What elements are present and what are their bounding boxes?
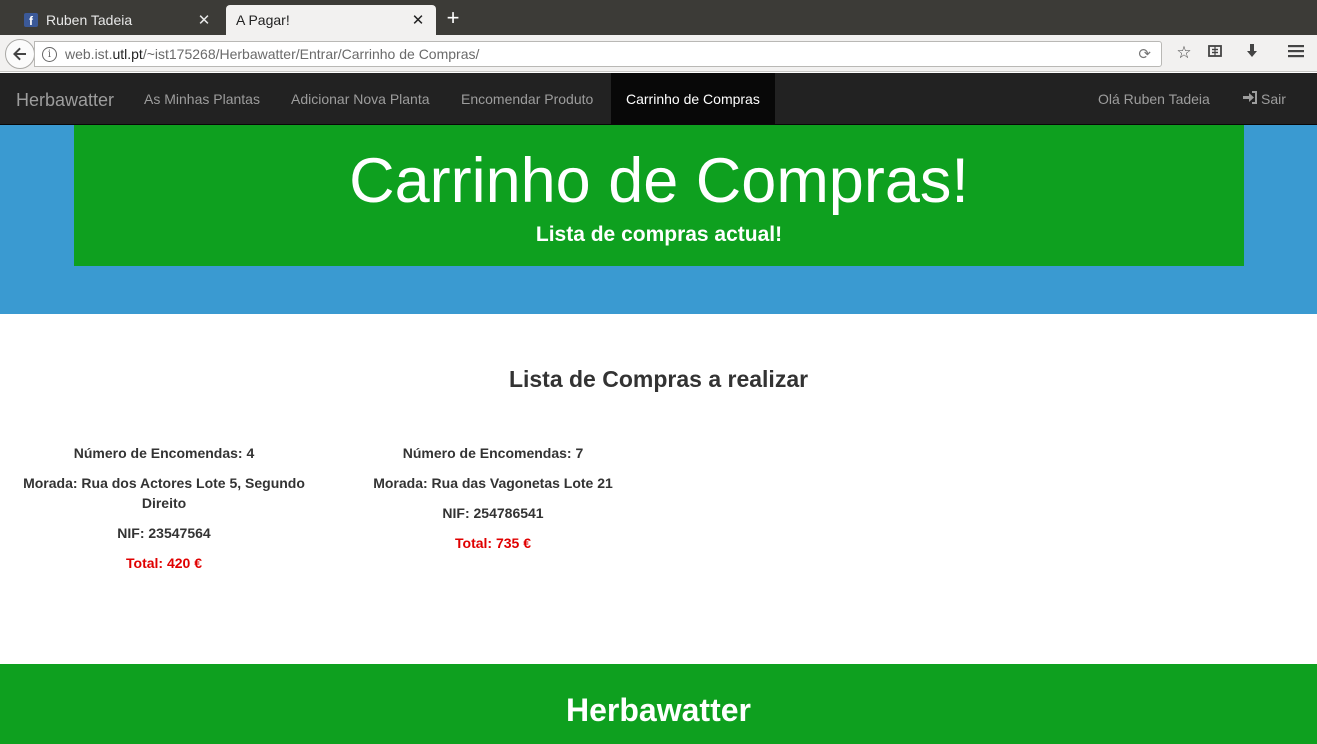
menu-icon[interactable] — [1285, 43, 1307, 64]
facebook-icon: f — [24, 13, 38, 27]
hero-jumbotron: Carrinho de Compras! Lista de compras ac… — [74, 125, 1244, 266]
logout-link[interactable]: Sair — [1228, 73, 1301, 125]
bookmark-star-icon[interactable]: ☆ — [1173, 43, 1195, 63]
order-total: Total: 735 € — [455, 535, 531, 551]
tab-title: Ruben Tadeia — [46, 12, 133, 28]
order-total: Total: 420 € — [126, 555, 202, 571]
order-nif: NIF: 23547564 — [117, 525, 211, 541]
order-address: Morada: Rua das Vagonetas Lote 21 — [373, 475, 613, 491]
reload-icon[interactable]: ⟳ — [1138, 45, 1151, 63]
reading-list-icon[interactable] — [1204, 43, 1226, 64]
nav-item-adicionar-nova-planta[interactable]: Adicionar Nova Planta — [276, 73, 445, 125]
nav-item-as-minhas-plantas[interactable]: As Minhas Plantas — [129, 73, 275, 125]
logout-label: Sair — [1261, 91, 1286, 107]
url-text[interactable]: web.ist.utl.pt/~ist175268/Herbawatter/En… — [65, 46, 479, 62]
browser-tab-facebook[interactable]: f Ruben Tadeia ✕ — [14, 5, 222, 35]
url-bar[interactable]: i web.ist.utl.pt/~ist175268/Herbawatter/… — [34, 41, 1162, 67]
navbar-brand[interactable]: Herbawatter — [16, 90, 114, 111]
browser-tab-strip: f Ruben Tadeia ✕ A Pagar! ✕ + — [0, 0, 1317, 35]
order-count: Número de Encomendas: 4 — [73, 445, 255, 461]
new-tab-icon[interactable]: + — [443, 6, 463, 30]
page-subtitle: Lista de compras actual! — [535, 223, 783, 246]
order-count: Número de Encomendas: 7 — [402, 445, 584, 461]
close-tab-icon[interactable]: ✕ — [196, 11, 212, 29]
order-card: Número de Encomendas: 4 Morada: Rua dos … — [14, 443, 314, 583]
browser-tab-a-pagar[interactable]: A Pagar! ✕ — [226, 5, 436, 35]
order-address: Morada: Rua dos Actores Lote 5, Segundo … — [23, 475, 305, 511]
download-icon[interactable] — [1241, 43, 1263, 64]
browser-toolbar: i web.ist.utl.pt/~ist175268/Herbawatter/… — [0, 35, 1317, 72]
log-in-icon — [1243, 91, 1258, 107]
nav-user-greeting[interactable]: Olá Ruben Tadeia — [1083, 73, 1225, 125]
back-button[interactable] — [5, 39, 35, 69]
nav-item-carrinho-de-compras[interactable]: Carrinho de Compras — [611, 73, 775, 125]
order-nif: NIF: 254786541 — [442, 505, 544, 521]
page-title: Carrinho de Compras! — [349, 146, 969, 216]
footer-title: Herbawatter — [566, 692, 751, 728]
info-icon[interactable]: i — [42, 46, 57, 62]
back-arrow-icon — [13, 47, 26, 61]
tab-title: A Pagar! — [236, 12, 290, 28]
order-card: Número de Encomendas: 7 Morada: Rua das … — [343, 443, 643, 563]
nav-item-encomendar-produto[interactable]: Encomendar Produto — [446, 73, 608, 125]
site-navbar: Herbawatter As Minhas Plantas Adicionar … — [0, 73, 1317, 125]
section-title: Lista de Compras a realizar — [508, 366, 809, 392]
close-tab-icon[interactable]: ✕ — [410, 11, 426, 29]
footer: Herbawatter — [0, 664, 1317, 744]
